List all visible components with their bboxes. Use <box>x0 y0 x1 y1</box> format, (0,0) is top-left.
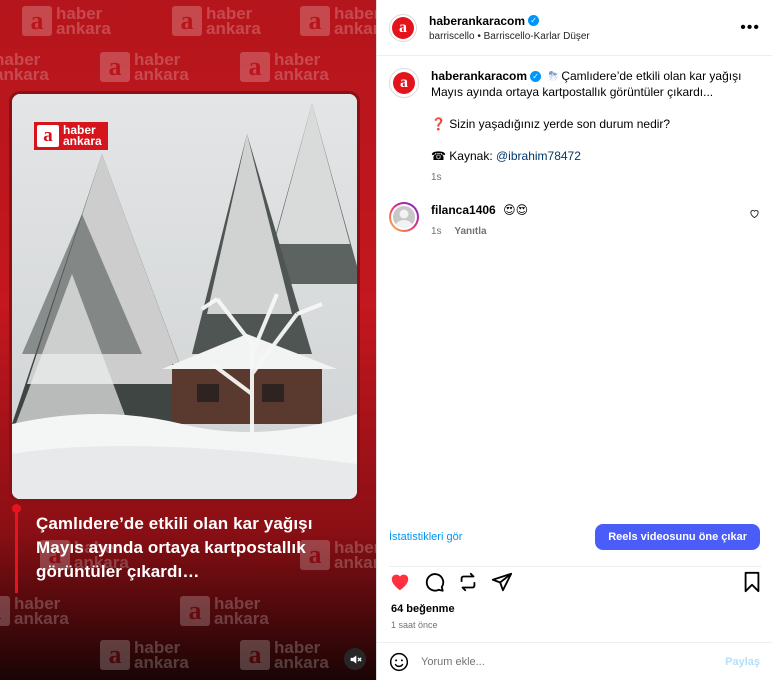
more-options-button[interactable]: ••• <box>740 19 760 37</box>
snowy-trees-image <box>12 94 357 499</box>
verified-badge-icon: ✓ <box>530 70 542 82</box>
caption-username[interactable]: haberankaracom ✓ <box>431 68 542 84</box>
post-panel: a haberankaracom ✓ barriscello • Barrisc… <box>376 0 772 680</box>
like-comment-icon[interactable] <box>749 208 760 219</box>
watermark-logo: ahaberankara <box>0 595 69 627</box>
insights-bar: İstatistikleri gör Reels videosunu öne ç… <box>377 520 772 554</box>
telephone-icon: ☎ <box>431 149 446 163</box>
question-text: Sizin yaşadığınız yerde son durum nedir? <box>449 117 671 131</box>
watermark-logo: ahaberankara <box>300 5 376 37</box>
comment-input[interactable]: Yorum ekle... <box>421 656 713 668</box>
repost-icon[interactable] <box>457 571 479 593</box>
emoji-icon[interactable] <box>389 652 409 672</box>
like-count[interactable]: 64 beğenme <box>391 603 455 615</box>
reel-video[interactable]: ahaberankara ahaberankara ahaberankara ahab… <box>0 0 376 680</box>
add-comment-bar: Yorum ekle... Paylaş <box>377 642 772 680</box>
verified-badge-icon: ✓ <box>528 15 540 26</box>
share-icon[interactable] <box>491 571 513 593</box>
comment-icon[interactable] <box>423 571 445 593</box>
comments-area: a haberankaracom ✓ ⛈ Çamlıdere’de etkili… <box>377 56 772 486</box>
video-caption: Çamlıdere’de etkili olan kar yağışı Mayı… <box>36 514 313 581</box>
commenter-username[interactable]: filanca1406 <box>431 202 496 218</box>
avatar[interactable]: a <box>389 68 419 98</box>
cloud-emoji-icon: ⛈ <box>548 69 558 83</box>
post-header: a haberankaracom ✓ barriscello • Barrisc… <box>377 0 772 56</box>
question-icon: ❓ <box>431 117 446 131</box>
audio-label[interactable]: barriscello • Barriscello-Karlar Düşer <box>429 31 740 42</box>
watermark-logo: ahaberankara <box>240 51 329 83</box>
watermark-logo: ahaberankara <box>180 595 269 627</box>
watermark-logo: ahaberankara <box>22 5 111 37</box>
caption-comment: a haberankaracom ✓ ⛈ Çamlıdere’de etkili… <box>389 68 760 186</box>
watermark-logo: ahaberankara <box>240 639 329 671</box>
source-handle-link[interactable]: @ibrahim78472 <box>496 149 581 163</box>
snow-photo: a haber ankara <box>12 94 357 499</box>
avatar[interactable]: a <box>389 13 417 42</box>
comment-time: 1s <box>431 226 442 237</box>
liked-heart-icon[interactable] <box>389 571 411 593</box>
post-time: 1 saat önce <box>391 620 438 630</box>
story-ring-avatar[interactable] <box>389 202 419 232</box>
reply-button[interactable]: Yanıtla <box>454 226 486 237</box>
haber-ankara-logo: a haber ankara <box>34 122 108 150</box>
speaker-muted-icon <box>350 654 362 664</box>
comment-row: filanca1406 😍😍 1s Yanıtla <box>389 202 760 240</box>
boost-reel-button[interactable]: Reels videosunu öne çıkar <box>595 524 760 550</box>
watermark-logo: ahaberankara <box>0 50 49 84</box>
watermark-logo: ahaberankara <box>172 5 261 37</box>
caption-time: 1s <box>431 172 442 183</box>
view-insights-link[interactable]: İstatistikleri gör <box>389 531 462 543</box>
save-bookmark-icon[interactable] <box>742 571 762 593</box>
source-label: Kaynak: <box>449 149 493 163</box>
default-user-icon <box>395 209 413 228</box>
action-bar <box>389 566 762 593</box>
header-username[interactable]: haberankaracom ✓ <box>429 14 540 28</box>
post-comment-button[interactable]: Paylaş <box>725 656 760 668</box>
comment-text: 😍😍 <box>503 203 529 217</box>
watermark-logo: ahaberankara <box>100 51 189 83</box>
mute-button[interactable] <box>344 648 366 670</box>
watermark-logo: ahaberankara <box>100 639 189 671</box>
caption-bar <box>15 508 18 593</box>
